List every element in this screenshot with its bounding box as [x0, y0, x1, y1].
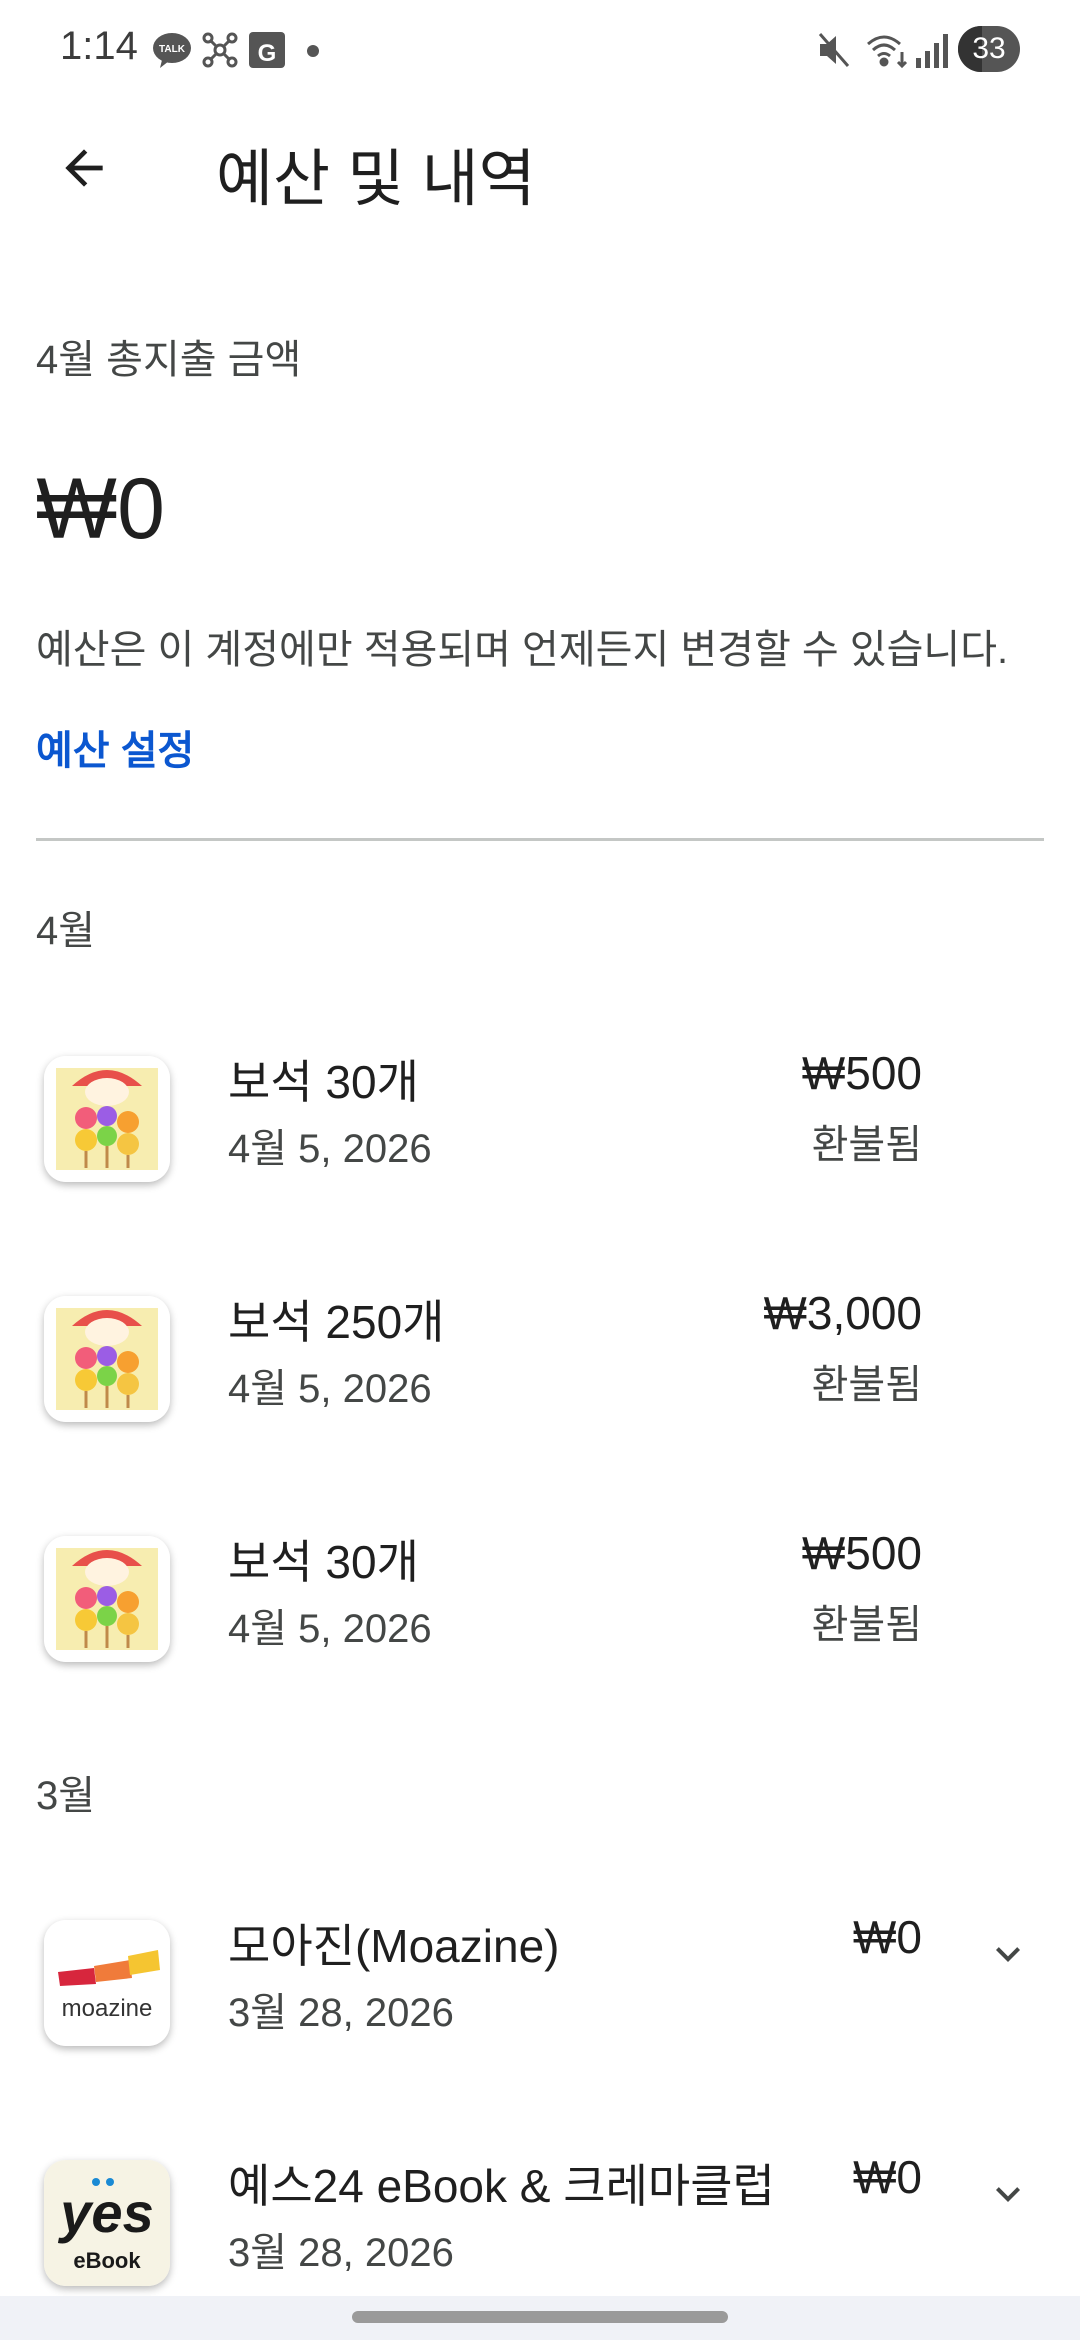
network-hub-icon	[200, 30, 240, 70]
total-spend-label: 4월 총지출 금액	[36, 338, 302, 382]
item-date: 4월 5, 2026	[228, 1367, 432, 1411]
moazine-app-icon: moazine	[44, 1920, 170, 2046]
item-date: 3월 28, 2026	[228, 1991, 454, 2035]
item-title: 보석 250개	[228, 1296, 445, 1348]
item-price: ₩500	[801, 1527, 922, 1579]
notification-dot-icon	[306, 30, 320, 70]
purchase-row[interactable]: 보석 250개 4월 5, 2026 ₩3,000 환불됨	[0, 1280, 1080, 1440]
item-date: 4월 5, 2026	[228, 1127, 432, 1171]
svg-text:G: G	[258, 40, 277, 67]
yes24-ebook-icon: yes eBook	[44, 2160, 170, 2286]
refund-status: 환불됨	[811, 1123, 922, 1167]
mute-icon	[816, 30, 852, 70]
purchase-row[interactable]: yes eBook 예스24 eBook & 크레마클럽 3월 28, 2026 …	[0, 2144, 1080, 2304]
chevron-down-icon	[996, 1947, 1020, 1962]
expand-button[interactable]	[968, 2154, 1048, 2234]
dango-game-icon	[44, 1296, 170, 1422]
kakaotalk-icon: TALK	[152, 30, 192, 70]
arrow-back-icon	[65, 149, 103, 187]
item-title: 보석 30개	[228, 1536, 419, 1588]
divider	[36, 838, 1044, 841]
month-header-april: 4월	[36, 909, 96, 953]
total-spend-amount: ₩0	[36, 461, 165, 557]
signal-icon	[914, 30, 950, 70]
item-date: 4월 5, 2026	[228, 1607, 432, 1651]
month-header-march: 3월	[36, 1774, 96, 1818]
item-title: 모아진(Moazine)	[228, 1920, 560, 1972]
refund-status: 환불됨	[811, 1603, 922, 1647]
purchase-row[interactable]: 보석 30개 4월 5, 2026 ₩500 환불됨	[0, 1520, 1080, 1680]
page-title: 예산 및 내역	[216, 145, 536, 214]
svg-text:moazine: moazine	[62, 1995, 153, 2022]
item-date: 3월 28, 2026	[228, 2231, 454, 2275]
battery-level: 33	[972, 32, 1006, 65]
item-price: ₩0	[853, 1911, 922, 1963]
purchase-row[interactable]: moazine 모아진(Moazine) 3월 28, 2026 ₩0	[0, 1904, 1080, 2064]
svg-text:yes: yes	[57, 2181, 153, 2244]
battery-icon: 33	[958, 26, 1020, 72]
purchase-row[interactable]: 보석 30개 4월 5, 2026 ₩500 환불됨	[0, 1040, 1080, 1200]
back-button[interactable]	[36, 120, 132, 216]
home-gesture-handle[interactable]	[352, 2311, 728, 2323]
chevron-down-icon	[996, 2187, 1020, 2202]
status-time: 1:14	[60, 24, 138, 68]
item-title: 예스24 eBook & 크레마클럽	[228, 2160, 775, 2212]
dango-game-icon	[44, 1056, 170, 1182]
expand-button[interactable]	[968, 1914, 1048, 1994]
item-price: ₩500	[801, 1047, 922, 1099]
item-price: ₩0	[853, 2151, 922, 2203]
svg-text:TALK: TALK	[159, 44, 186, 55]
svg-text:eBook: eBook	[73, 2248, 141, 2273]
refund-status: 환불됨	[811, 1363, 922, 1407]
item-title: 보석 30개	[228, 1056, 419, 1108]
dango-game-icon	[44, 1536, 170, 1662]
set-budget-link[interactable]: 예산 설정	[36, 718, 194, 776]
budget-note: 예산은 이 계정에만 적용되며 언제든지 변경할 수 있습니다.	[36, 628, 1009, 672]
calendar-app-icon: G	[248, 30, 286, 70]
item-price: ₩3,000	[763, 1287, 922, 1339]
wifi-icon	[864, 30, 908, 70]
